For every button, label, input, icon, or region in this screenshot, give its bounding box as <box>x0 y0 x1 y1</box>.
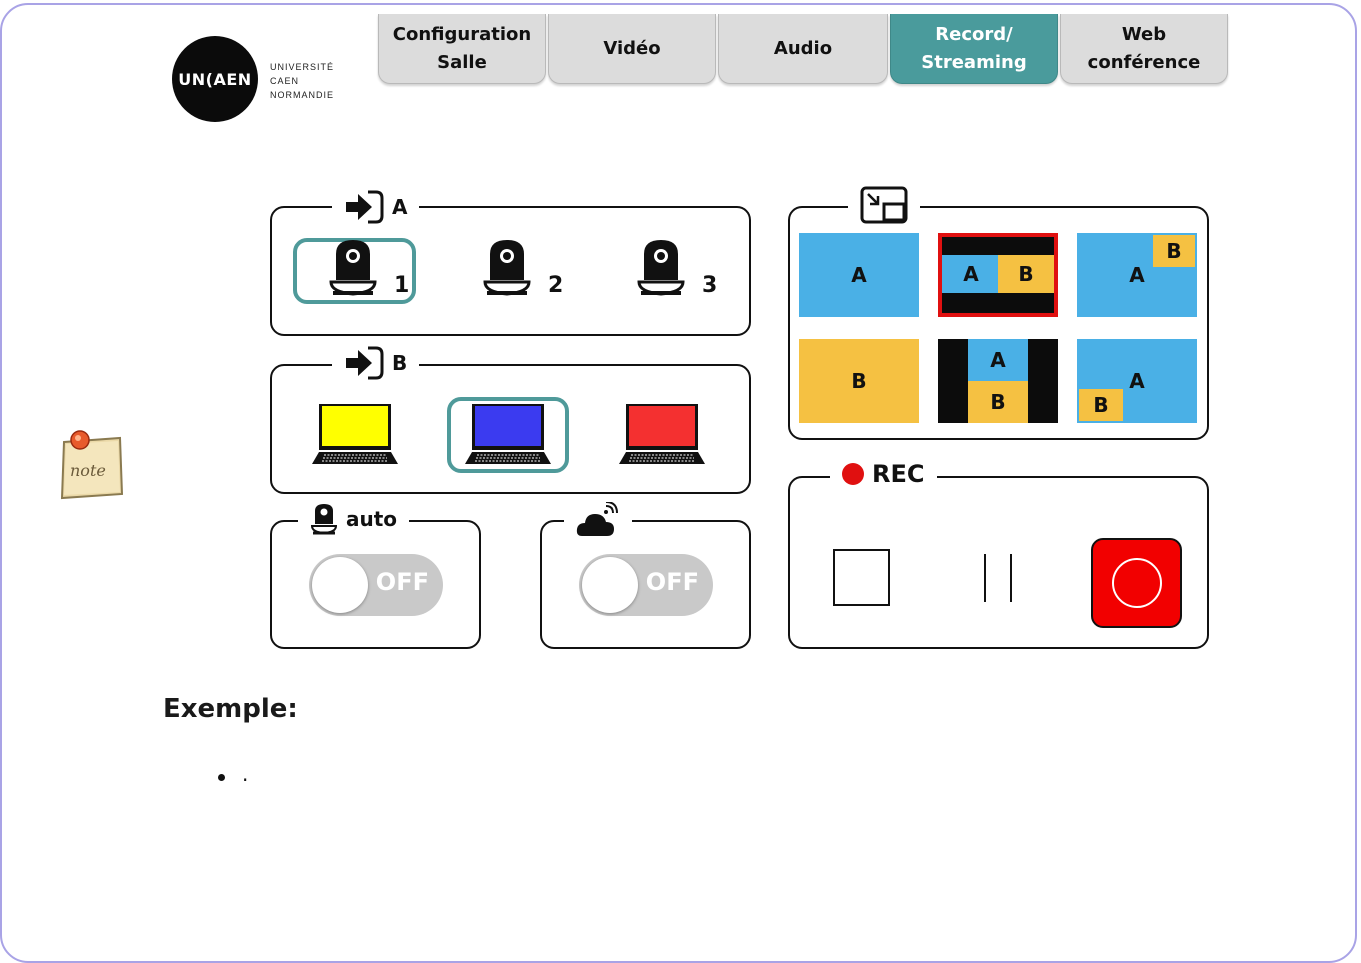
tab-web-conference[interactable]: Web conférence <box>1060 14 1228 84</box>
rec-dot-icon <box>842 463 864 485</box>
layout-side-by-side[interactable]: A B <box>938 233 1058 317</box>
pause-bar <box>1010 554 1012 602</box>
source-a-label: A <box>392 195 408 219</box>
toggle-state: OFF <box>645 568 699 596</box>
layout-stacked[interactable]: A B <box>938 339 1058 423</box>
tab-video[interactable]: Vidéo <box>548 14 716 84</box>
auto-label: auto <box>346 507 398 531</box>
tab-configuration-salle[interactable]: Configuration Salle <box>378 14 546 84</box>
rec-label: REC <box>872 460 925 488</box>
input-icon <box>346 346 384 380</box>
camera-icon[interactable] <box>328 238 378 300</box>
auto-camera-legend: auto <box>298 502 410 536</box>
record-circle-icon <box>1112 558 1162 608</box>
streaming-toggle[interactable]: OFF <box>579 554 713 616</box>
layout-a-full[interactable]: A <box>799 233 919 317</box>
auto-toggle[interactable]: OFF <box>309 554 443 616</box>
logo-university: UNIVERSITÉ <box>270 62 335 72</box>
layout-block-a: A <box>968 339 1028 381</box>
camera-icon[interactable] <box>482 238 532 300</box>
laptop-icon[interactable] <box>310 402 400 468</box>
record-button[interactable] <box>1091 538 1182 628</box>
source-a-legend: A <box>332 190 420 224</box>
logo-city: CAEN <box>270 76 300 86</box>
note-icon: note <box>60 430 124 500</box>
logo-text: UNIVERSITÉ CAEN NORMANDIE <box>270 60 334 102</box>
layout-legend <box>848 186 920 224</box>
layout-block-b: B <box>1153 235 1195 267</box>
layout-block-a: A <box>942 255 1000 293</box>
cloud-stream-icon <box>576 502 618 536</box>
streaming-legend <box>564 502 632 540</box>
example-heading: Exemple: <box>163 694 298 724</box>
svg-text:note: note <box>70 461 106 480</box>
laptop-icon[interactable] <box>617 402 707 468</box>
tab-record-streaming[interactable]: Record/ Streaming <box>890 14 1058 84</box>
layout-block-b: B <box>799 339 919 423</box>
layout-block-b: B <box>1079 389 1123 421</box>
layout-block-b: B <box>998 255 1054 293</box>
layout-a-with-b-corner[interactable]: A B <box>1077 233 1197 317</box>
toggle-knob <box>582 557 638 613</box>
layout-a-with-b-bottom[interactable]: A B <box>1077 339 1197 423</box>
toggle-state: OFF <box>375 568 429 596</box>
camera-2-number: 2 <box>548 273 564 298</box>
unicaen-logo: UN(AEN <box>172 36 258 122</box>
laptop-icon[interactable] <box>463 402 553 468</box>
bullet-dot-icon <box>218 774 225 781</box>
camera-3-number: 3 <box>702 273 718 298</box>
layout-block-b: B <box>968 381 1028 423</box>
stop-button[interactable] <box>833 549 890 606</box>
source-b-legend: B <box>332 346 420 380</box>
camera-1-number: 1 <box>394 273 410 298</box>
picture-in-picture-icon <box>860 186 908 224</box>
toggle-knob <box>312 557 368 613</box>
layout-block-a: A <box>799 233 919 317</box>
rec-legend: REC <box>830 460 937 488</box>
input-icon <box>346 190 384 224</box>
camera-icon[interactable] <box>636 238 686 300</box>
layout-b-full[interactable]: B <box>799 339 919 423</box>
pause-bar <box>984 554 986 602</box>
logo-region: NORMANDIE <box>270 90 335 100</box>
tab-audio[interactable]: Audio <box>718 14 888 84</box>
camera-small-icon <box>310 504 338 535</box>
list-item-text: . <box>242 762 249 786</box>
source-b-label: B <box>392 351 408 375</box>
pause-button[interactable] <box>974 554 1022 604</box>
